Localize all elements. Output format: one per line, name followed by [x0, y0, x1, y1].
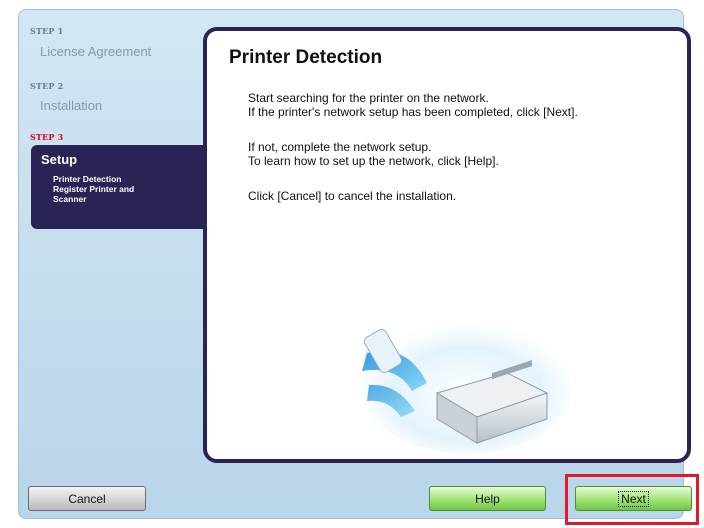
- instruction-line-2: If the printer's network setup has been …: [248, 105, 578, 119]
- content-panel: Printer Detection Start searching for th…: [203, 27, 691, 463]
- instruction-line-1: Start searching for the printer on the n…: [248, 91, 489, 105]
- instruction-line-4: To learn how to set up the network, clic…: [248, 154, 499, 168]
- cancel-button[interactable]: Cancel: [28, 486, 146, 511]
- step-1-tag: STEP 1: [30, 26, 64, 36]
- step-2-name: Installation: [40, 98, 103, 113]
- instruction-line-3: If not, complete the network setup.: [248, 140, 432, 154]
- step-3-name: Setup: [41, 152, 78, 167]
- instruction-line-5: Click [Cancel] to cancel the installatio…: [248, 189, 457, 203]
- next-button-label: Next: [618, 491, 649, 507]
- step-1-name: License Agreement: [40, 44, 152, 59]
- substep-printer-detection: Printer Detection: [53, 174, 122, 184]
- substep-scanner: Scanner: [53, 194, 87, 204]
- printer-network-illustration: [362, 322, 572, 454]
- step-3-tag: STEP 3: [30, 132, 64, 142]
- step-2-tag: STEP 2: [30, 81, 64, 91]
- substep-register-printer: Register Printer and: [53, 184, 135, 194]
- help-button[interactable]: Help: [429, 486, 546, 511]
- page-title: Printer Detection: [229, 47, 383, 68]
- next-button[interactable]: Next: [575, 486, 692, 511]
- active-step-panel: Setup Printer Detection Register Printer…: [31, 145, 203, 229]
